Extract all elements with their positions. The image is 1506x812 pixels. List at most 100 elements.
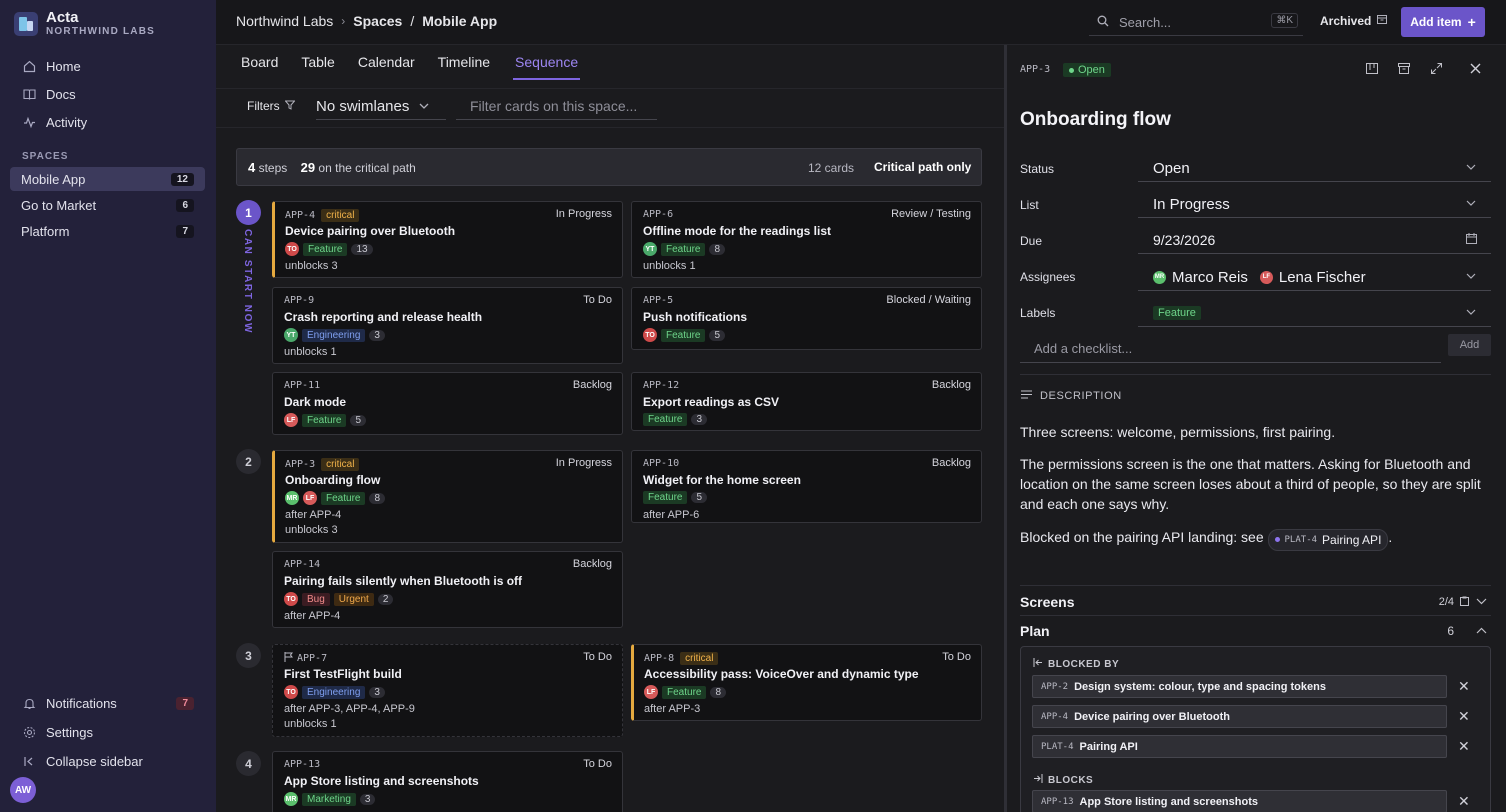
sequence-card[interactable]: APP-12 Backlog Export readings as CSV Featu… <box>631 372 982 431</box>
card-key: APP-13 <box>284 759 320 770</box>
assignees-select[interactable]: MR Marco Reis LF Lena Fischer <box>1138 264 1491 291</box>
breadcrumb-slash: / <box>410 13 415 29</box>
sequence-card[interactable]: APP-14 Backlog Pairing fails silently when… <box>272 551 623 628</box>
brand[interactable]: Acta NORTHWIND LABS <box>14 10 155 38</box>
relation-item[interactable]: PLAT-4 Pairing API <box>1032 735 1447 758</box>
tab-calendar[interactable]: Calendar <box>358 54 415 80</box>
sequence-card[interactable]: APP-11 Backlog Dark mode LF Feature 5 <box>272 372 623 435</box>
archive-icon[interactable] <box>1398 63 1410 77</box>
user-avatar[interactable]: AW <box>10 777 36 803</box>
relation-item[interactable]: APP-4 Device pairing over Bluetooth <box>1032 705 1447 728</box>
sequence-card[interactable]: APP-4 critical In Progress Device pairing o… <box>272 201 623 278</box>
relation-title: App Store listing and screenshots <box>1079 795 1258 808</box>
tab-timeline[interactable]: Timeline <box>438 54 490 80</box>
activity-icon <box>22 115 36 129</box>
main-nav: Home Docs Activity <box>10 53 205 137</box>
relation-key: APP-2 <box>1041 681 1069 692</box>
screens-section-header[interactable]: Screens 2/4 <box>1020 588 1491 616</box>
nav-activity[interactable]: Activity <box>10 109 205 135</box>
board-icon[interactable] <box>1366 63 1378 77</box>
relation-item[interactable]: APP-13 App Store listing and screenshots <box>1032 790 1447 812</box>
sequence-card[interactable]: APP-8 critical To Do Accessibility pass: Vo… <box>631 644 982 721</box>
card-meta: Feature 3 <box>643 413 708 426</box>
issue-link-chip[interactable]: PLAT-4 Pairing API <box>1267 528 1389 551</box>
search-input[interactable]: Search... ⌘K <box>1089 9 1303 36</box>
blocks-label: BLOCKS <box>1048 774 1094 786</box>
status-select[interactable]: Open <box>1138 155 1491 182</box>
sequence-card[interactable]: APP-3 critical In Progress Onboarding flow M… <box>272 450 623 543</box>
close-icon[interactable] <box>1470 63 1481 77</box>
sequence-card[interactable]: APP-7 To Do First TestFlight build TO Engine… <box>272 644 623 737</box>
sequence-card[interactable]: APP-6 Review / Testing Offline mode for th… <box>631 201 982 278</box>
remove-relation-icon[interactable]: ✕ <box>1458 678 1470 695</box>
add-checklist-input[interactable]: Add a checklist... <box>1020 335 1441 363</box>
card-dependency-text: unblocks 3 <box>285 524 338 536</box>
card-key-text: APP-7 <box>297 653 328 664</box>
notifications-label: Notifications <box>46 695 117 711</box>
plan-section-header[interactable]: Plan 6 <box>1020 617 1491 645</box>
nav-settings[interactable]: Settings <box>10 719 205 745</box>
tab-board[interactable]: Board <box>241 54 278 80</box>
breadcrumb-org[interactable]: Northwind Labs <box>236 13 333 29</box>
description-paragraph: Blocked on the pairing API landing: see … <box>1020 527 1482 551</box>
expand-icon[interactable] <box>1431 63 1442 77</box>
add-item-button[interactable]: Add item + <box>1401 7 1485 37</box>
description-end: . <box>1388 529 1393 545</box>
avatar: LF <box>303 491 317 505</box>
remove-relation-icon[interactable]: ✕ <box>1458 738 1470 755</box>
collapse-sidebar-button[interactable]: Collapse sidebar <box>10 748 205 774</box>
notifications-count: 7 <box>176 696 194 710</box>
labels-select[interactable]: Feature <box>1138 300 1491 327</box>
arrow-left-bar-icon <box>1033 658 1043 670</box>
swimlane-select[interactable]: No swimlanes <box>316 93 446 120</box>
relation-item[interactable]: APP-2 Design system: colour, type and spa… <box>1032 675 1447 698</box>
sequence-card[interactable]: APP-5 Blocked / Waiting Push notifications… <box>631 287 982 350</box>
due-date-input[interactable]: 9/23/2026 <box>1138 227 1491 254</box>
space-item-go-to-market[interactable]: Go to Market 6 <box>10 193 205 217</box>
acta-logo-icon <box>14 12 38 36</box>
chip-key: PLAT-4 <box>1284 534 1318 545</box>
relation-key: APP-4 <box>1041 711 1069 722</box>
space-item-mobile-app[interactable]: Mobile App 12 <box>10 167 205 191</box>
chevron-right-icon: › <box>341 14 346 28</box>
calendar-icon[interactable] <box>1466 233 1477 247</box>
list-select[interactable]: In Progress <box>1138 191 1491 218</box>
add-checklist-button[interactable]: Add <box>1448 334 1491 356</box>
relation-key: PLAT-4 <box>1041 741 1074 752</box>
space-item-platform[interactable]: Platform 7 <box>10 219 205 243</box>
remove-relation-icon[interactable]: ✕ <box>1458 708 1470 725</box>
detail-title[interactable]: Onboarding flow <box>1020 109 1171 131</box>
card-title: Crash reporting and release health <box>284 310 483 324</box>
critical-path-only-toggle[interactable]: Critical path only <box>874 160 971 174</box>
cards-count: 12 cards <box>808 161 855 175</box>
breadcrumb: Northwind Labs › Spaces / Mobile App <box>236 13 497 29</box>
nav-docs[interactable]: Docs <box>10 81 205 107</box>
avatar: LF <box>1259 270 1273 284</box>
sequence-card[interactable]: APP-13 To Do App Store listing and screens… <box>272 751 623 812</box>
breadcrumb-spaces[interactable]: Spaces <box>353 13 402 29</box>
nav-home[interactable]: Home <box>10 53 205 79</box>
archived-button[interactable]: Archived <box>1320 14 1388 28</box>
card-meta: MR LF Feature 8 <box>285 491 386 505</box>
summary-text: 4 steps 29 on the critical path <box>248 160 416 175</box>
sidebar-footer: Notifications 7 Settings Collapse sideba… <box>10 690 205 776</box>
tab-table[interactable]: Table <box>301 54 334 80</box>
card-key: APP-7 <box>284 652 327 665</box>
card-dependency-text: after APP-3 <box>644 703 701 715</box>
due-value: 9/23/2026 <box>1153 232 1216 248</box>
chevron-down-icon <box>1466 162 1476 173</box>
card-status: In Progress <box>555 208 612 220</box>
card-key-text: APP-9 <box>284 295 315 306</box>
labels-field-label: Labels <box>1020 306 1056 320</box>
filters-button[interactable]: Filters <box>247 99 296 113</box>
assignees-field-label: Assignees <box>1020 270 1076 284</box>
filter-cards-input[interactable]: Filter cards on this space... <box>456 93 657 120</box>
remove-relation-icon[interactable]: ✕ <box>1458 793 1470 810</box>
nav-notifications[interactable]: Notifications 7 <box>10 690 205 716</box>
card-key: APP-6 <box>643 209 673 220</box>
card-dependency-text: after APP-4 <box>285 509 342 521</box>
sequence-card[interactable]: APP-9 To Do Crash reporting and release he… <box>272 287 623 364</box>
card-status: Backlog <box>931 457 971 469</box>
tab-sequence[interactable]: Sequence <box>513 54 581 80</box>
sequence-card[interactable]: APP-10 Backlog Widget for the home screen F… <box>631 450 982 523</box>
